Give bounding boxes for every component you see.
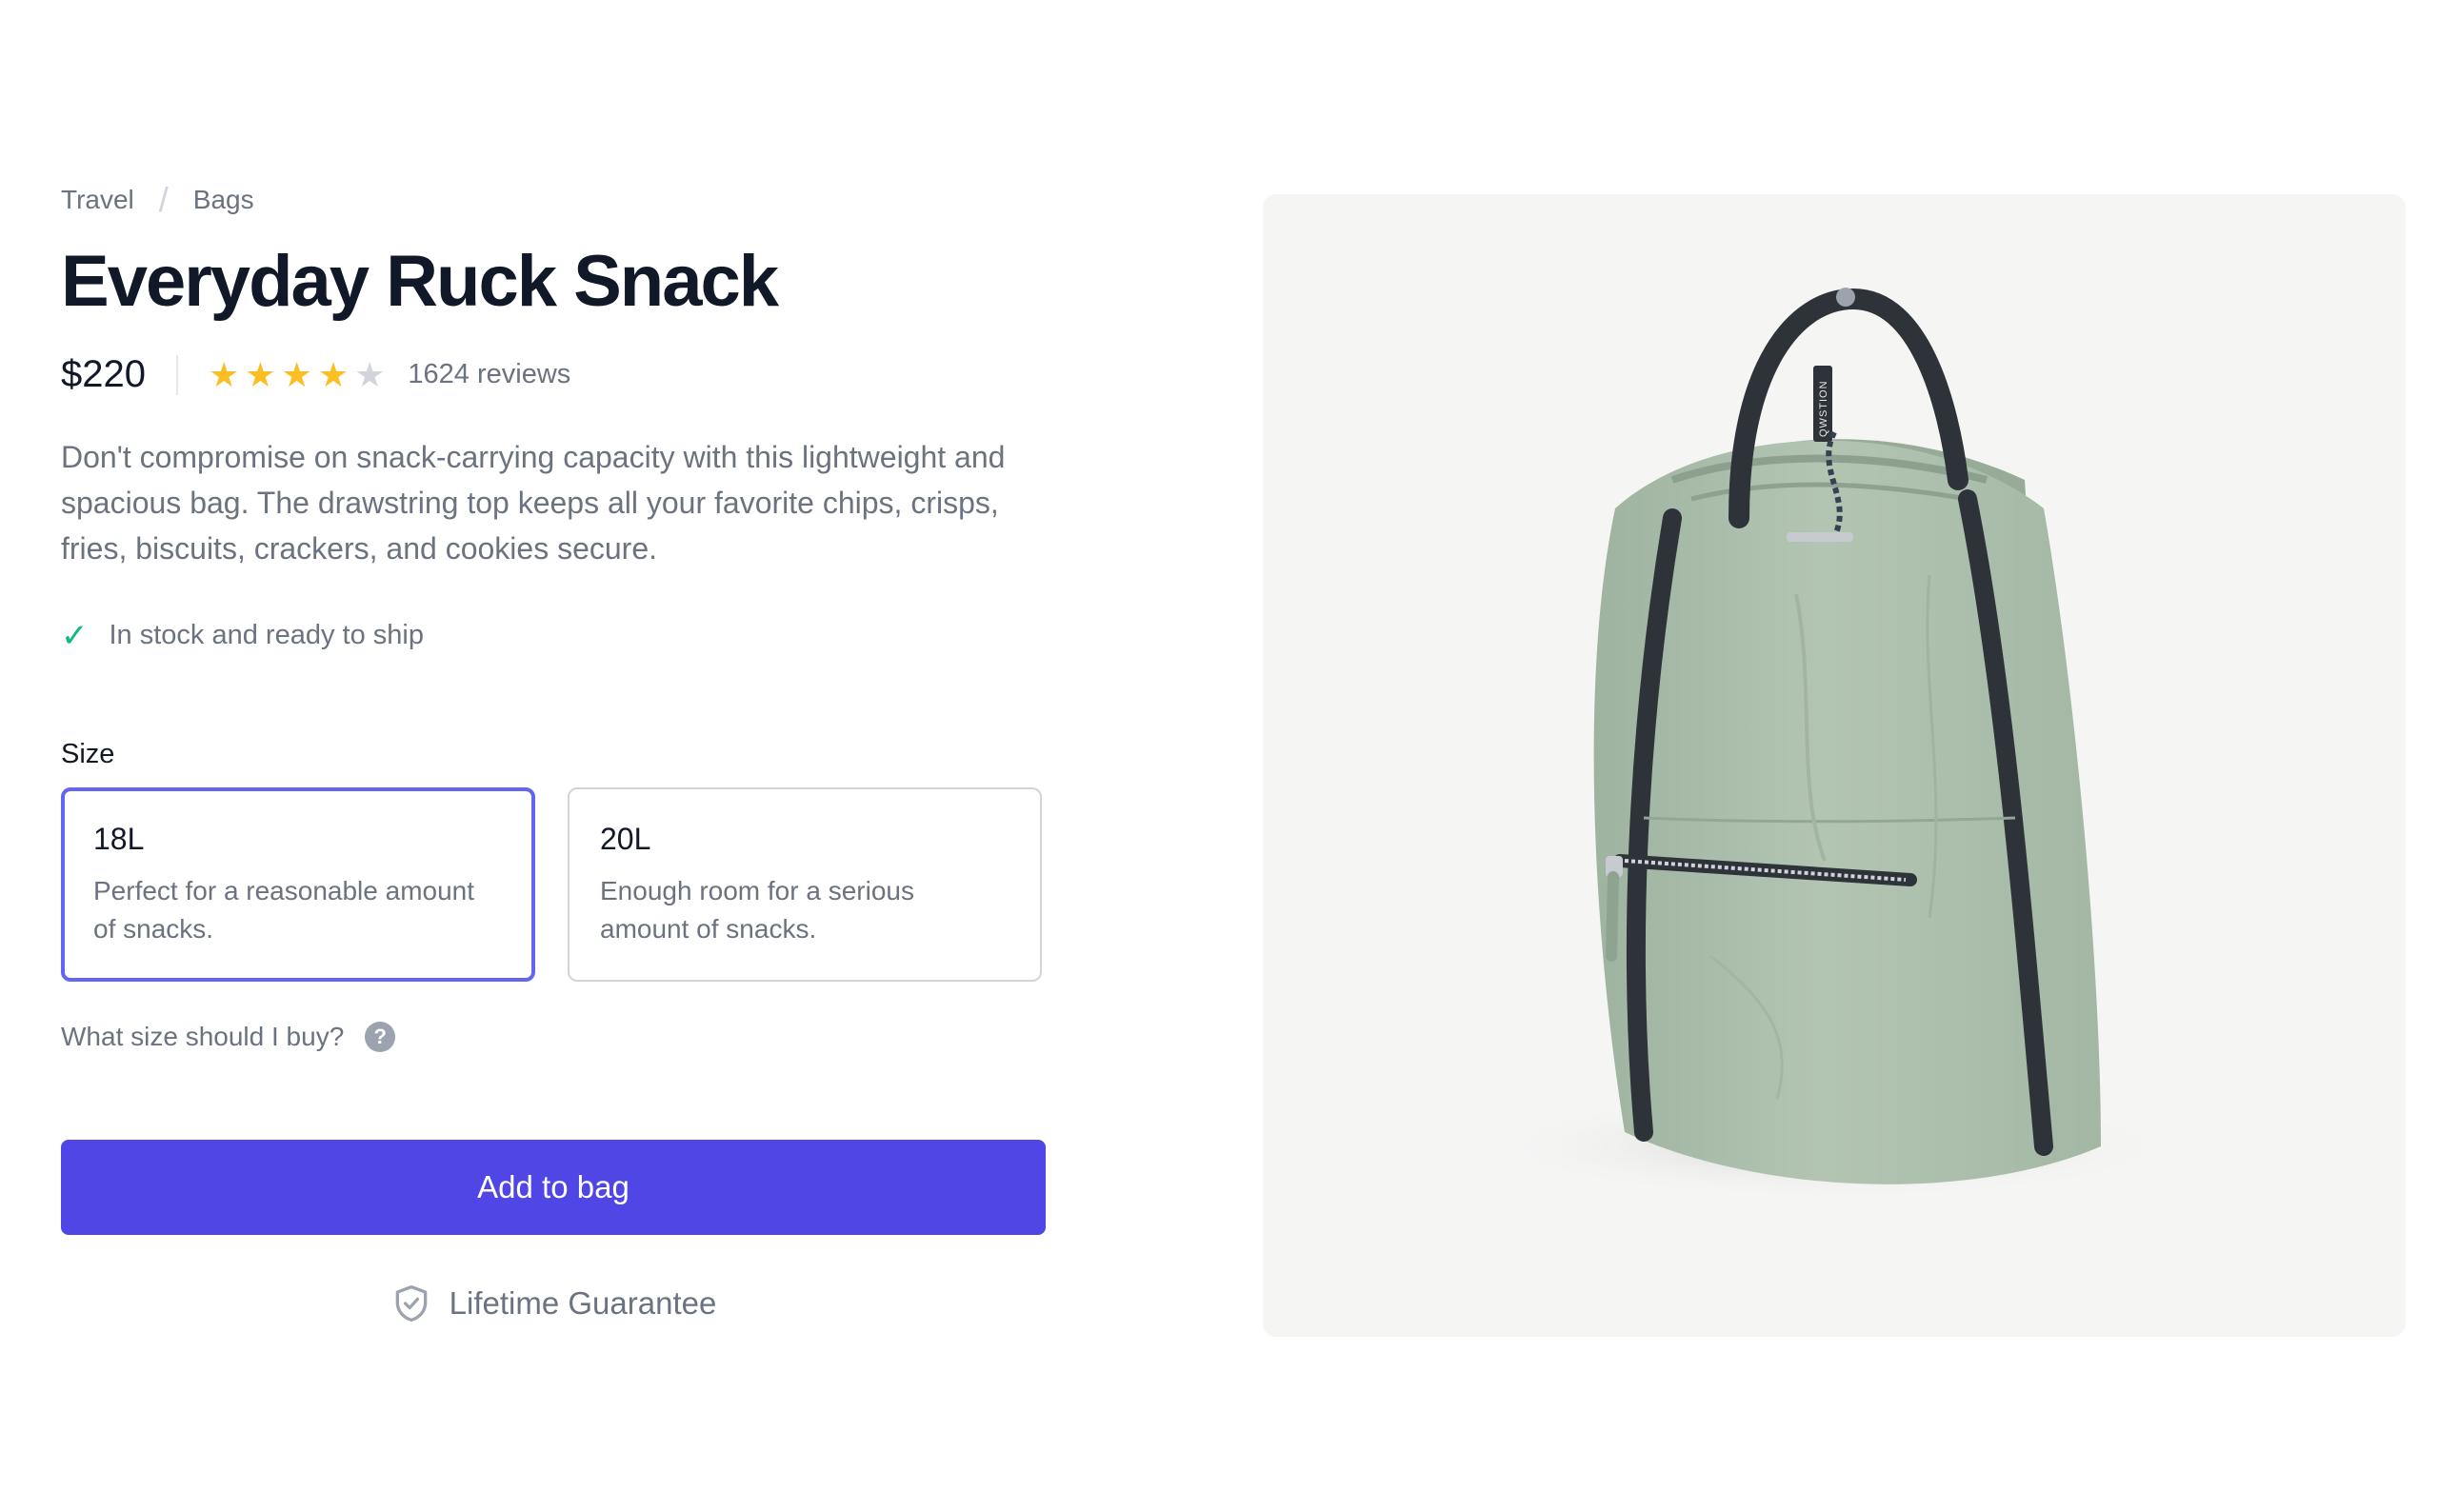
add-to-bag-button[interactable]: Add to bag	[61, 1139, 1046, 1235]
star-icon: ★	[245, 354, 276, 394]
size-help-link[interactable]: What size should I buy? ?	[61, 1021, 1042, 1052]
price-row: $220 ★ ★ ★ ★ ★ 1624 reviews	[61, 352, 1042, 398]
reviews-link[interactable]: 1624 reviews	[408, 359, 570, 390]
divider	[175, 354, 178, 395]
brand-tag: QWSTION	[1818, 380, 1829, 437]
breadcrumb-travel[interactable]: Travel	[61, 185, 134, 215]
product-title: Everyday Ruck Snack	[61, 241, 779, 322]
size-option-name: 18L	[93, 821, 145, 856]
question-circle-icon: ?	[365, 1021, 396, 1052]
size-option-name: 20L	[600, 821, 651, 856]
star-icon: ★	[281, 354, 312, 394]
rating-stars: ★ ★ ★ ★ ★	[208, 354, 386, 394]
size-help-text: What size should I buy?	[61, 1021, 345, 1051]
breadcrumb-separator: /	[158, 180, 169, 219]
product-image: QWSTION	[1263, 194, 2406, 1337]
star-icon: ★	[208, 354, 240, 394]
size-options: 18L Perfect for a reasonable amount of s…	[61, 786, 1042, 982]
breadcrumb-bags[interactable]: Bags	[193, 185, 254, 215]
product-price: $220	[61, 353, 146, 396]
size-option-description: Enough room for a serious amount of snac…	[600, 875, 914, 944]
size-label: Size	[61, 738, 115, 769]
stock-status: ✓ In stock and ready to ship	[61, 617, 1042, 655]
lifetime-guarantee-link[interactable]: Lifetime Guarantee	[61, 1283, 1046, 1324]
check-icon: ✓	[61, 617, 89, 654]
backpack-image: QWSTION	[1491, 288, 2177, 1199]
size-option-18l[interactable]: 18L Perfect for a reasonable amount of s…	[61, 786, 535, 982]
product-info: Travel / Bags Everyday Ruck Snack $220 ★…	[61, 180, 1046, 1324]
star-icon: ★	[317, 354, 350, 394]
star-icon: ★	[354, 354, 386, 394]
stock-status-text: In stock and ready to ship	[109, 620, 424, 651]
guarantee-text: Lifetime Guarantee	[449, 1284, 717, 1321]
shield-check-icon	[395, 1284, 427, 1322]
size-option-20l[interactable]: 20L Enough room for a serious amount of …	[568, 786, 1042, 982]
product-description: Don't compromise on snack-carrying capac…	[61, 439, 1006, 566]
breadcrumb: Travel / Bags	[61, 180, 1042, 219]
size-option-description: Perfect for a reasonable amount of snack…	[93, 875, 475, 944]
